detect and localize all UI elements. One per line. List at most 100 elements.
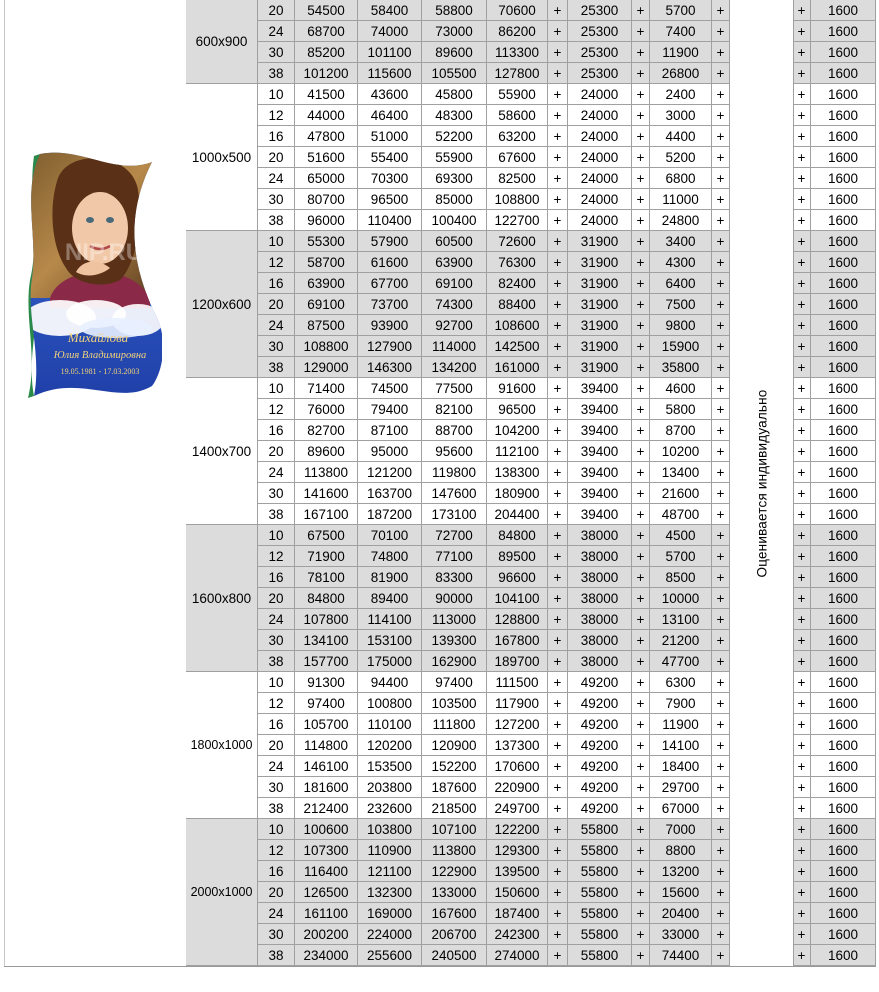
plus-cell: + xyxy=(548,945,568,966)
thickness-cell: 24 xyxy=(258,903,295,924)
price-cell: 224000 xyxy=(358,924,422,945)
plus-cell: + xyxy=(632,210,650,231)
plus-cell: + xyxy=(548,714,568,735)
plus-cell: + xyxy=(632,735,650,756)
plus-cell: + xyxy=(712,252,730,273)
thickness-cell: 16 xyxy=(258,714,295,735)
price-cell: 127900 xyxy=(358,336,422,357)
price-cell: 1600 xyxy=(811,483,876,504)
plus-cell: + xyxy=(712,525,730,546)
thickness-cell: 16 xyxy=(258,567,295,588)
price-cell: 139300 xyxy=(422,630,487,651)
price-cell: 74400 xyxy=(650,945,712,966)
thickness-cell: 38 xyxy=(258,357,295,378)
price-cell: 119800 xyxy=(422,462,487,483)
price-cell: 173100 xyxy=(422,504,487,525)
price-cell: 187400 xyxy=(487,903,548,924)
plus-cell: + xyxy=(793,588,811,609)
price-cell: 70600 xyxy=(487,0,548,21)
price-cell: 1600 xyxy=(811,147,876,168)
plus-cell: + xyxy=(712,567,730,588)
plus-cell: + xyxy=(548,105,568,126)
plus-cell: + xyxy=(793,84,811,105)
plus-cell: + xyxy=(793,567,811,588)
price-cell: 1600 xyxy=(811,525,876,546)
price-cell: 114000 xyxy=(422,336,487,357)
plus-cell: + xyxy=(712,672,730,693)
price-cell: 129300 xyxy=(487,840,548,861)
price-cell: 134200 xyxy=(422,357,487,378)
price-cell: 63900 xyxy=(422,252,487,273)
price-cell: 108800 xyxy=(295,336,358,357)
price-cell: 10200 xyxy=(650,441,712,462)
thickness-cell: 10 xyxy=(258,525,295,546)
thickness-cell: 38 xyxy=(258,210,295,231)
price-cell: 55900 xyxy=(422,147,487,168)
plus-cell: + xyxy=(712,651,730,672)
price-cell: 116400 xyxy=(295,861,358,882)
price-cell: 89400 xyxy=(358,588,422,609)
price-cell: 1600 xyxy=(811,189,876,210)
price-cell: 218500 xyxy=(422,798,487,819)
thickness-cell: 38 xyxy=(258,945,295,966)
price-cell: 48700 xyxy=(650,504,712,525)
price-cell: 1600 xyxy=(811,462,876,483)
price-cell: 200200 xyxy=(295,924,358,945)
price-cell: 57900 xyxy=(358,231,422,252)
plus-cell: + xyxy=(632,357,650,378)
price-cell: 167100 xyxy=(295,504,358,525)
thickness-cell: 38 xyxy=(258,798,295,819)
price-cell: 170600 xyxy=(487,756,548,777)
price-cell: 21600 xyxy=(650,483,712,504)
size-label: 1200x600 xyxy=(186,231,258,378)
price-cell: 126500 xyxy=(295,882,358,903)
price-cell: 9800 xyxy=(650,315,712,336)
price-cell: 49200 xyxy=(568,798,632,819)
price-cell: 5700 xyxy=(650,0,712,21)
plus-cell: + xyxy=(712,420,730,441)
price-cell: 100800 xyxy=(358,693,422,714)
plus-cell: + xyxy=(793,651,811,672)
price-cell: 96000 xyxy=(295,210,358,231)
thickness-cell: 20 xyxy=(258,147,295,168)
plus-cell: + xyxy=(793,840,811,861)
price-cell: 95000 xyxy=(358,441,422,462)
plus-cell: + xyxy=(548,168,568,189)
price-cell: 74800 xyxy=(358,546,422,567)
price-cell: 1600 xyxy=(811,798,876,819)
price-cell: 162900 xyxy=(422,651,487,672)
thickness-cell: 10 xyxy=(258,672,295,693)
price-cell: 101200 xyxy=(295,63,358,84)
plus-cell: + xyxy=(548,231,568,252)
price-cell: 39400 xyxy=(568,378,632,399)
price-cell: 122200 xyxy=(487,819,548,840)
plus-cell: + xyxy=(793,42,811,63)
price-cell: 1600 xyxy=(811,420,876,441)
plus-cell: + xyxy=(712,819,730,840)
price-cell: 49200 xyxy=(568,714,632,735)
plus-cell: + xyxy=(632,630,650,651)
price-cell: 96500 xyxy=(358,189,422,210)
price-cell: 39400 xyxy=(568,420,632,441)
price-cell: 14100 xyxy=(650,735,712,756)
price-cell: 55800 xyxy=(568,945,632,966)
plus-cell: + xyxy=(793,273,811,294)
price-cell: 39400 xyxy=(568,441,632,462)
price-cell: 74500 xyxy=(358,378,422,399)
price-cell: 110100 xyxy=(358,714,422,735)
plus-cell: + xyxy=(712,273,730,294)
price-cell: 31900 xyxy=(568,357,632,378)
plus-cell: + xyxy=(712,294,730,315)
plus-cell: + xyxy=(548,693,568,714)
plus-cell: + xyxy=(632,924,650,945)
price-cell: 96600 xyxy=(487,567,548,588)
plus-cell: + xyxy=(793,21,811,42)
price-cell: 73700 xyxy=(358,294,422,315)
plus-cell: + xyxy=(632,42,650,63)
plus-cell: + xyxy=(712,189,730,210)
price-cell: 81900 xyxy=(358,567,422,588)
plus-cell: + xyxy=(712,609,730,630)
price-cell: 76300 xyxy=(487,252,548,273)
price-cell: 153500 xyxy=(358,756,422,777)
plus-cell: + xyxy=(548,21,568,42)
